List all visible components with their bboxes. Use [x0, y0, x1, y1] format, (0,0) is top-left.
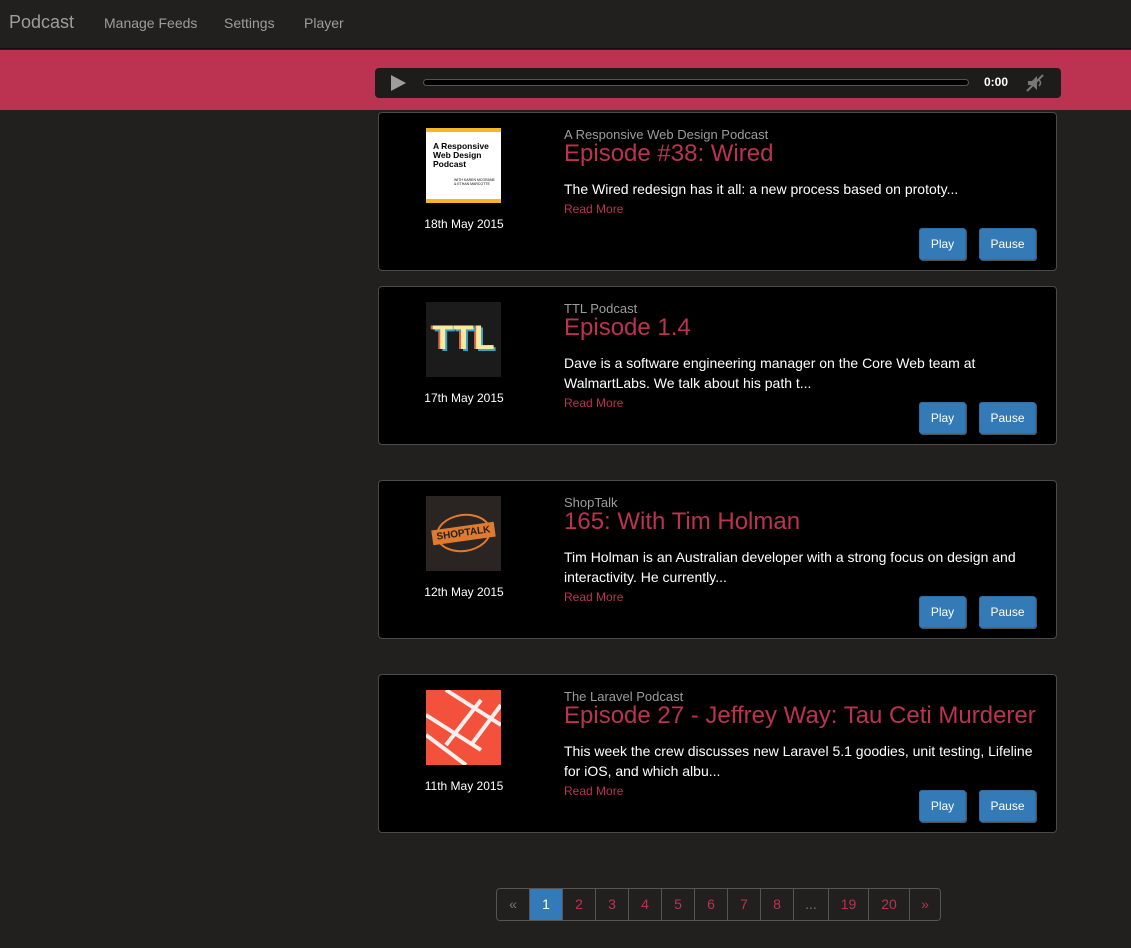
- play-icon[interactable]: [389, 74, 407, 92]
- mute-icon[interactable]: [1025, 73, 1045, 93]
- page-8[interactable]: 8: [760, 889, 793, 920]
- play-button[interactable]: Play: [919, 402, 966, 434]
- page-next[interactable]: »: [909, 889, 940, 920]
- page-20[interactable]: 20: [868, 889, 909, 920]
- nav-player[interactable]: Player: [304, 15, 344, 31]
- nav-settings[interactable]: Settings: [224, 15, 275, 31]
- artwork-text: TTL: [432, 319, 495, 357]
- read-more-link[interactable]: Read More: [564, 784, 623, 798]
- episode-description: Dave is a software engineering manager o…: [564, 355, 976, 391]
- page-5[interactable]: 5: [661, 889, 694, 920]
- audio-player: 0:00: [375, 68, 1061, 98]
- page-1[interactable]: 1: [529, 889, 562, 920]
- artwork-text: Podcast: [433, 159, 467, 169]
- brand-link[interactable]: Podcast: [9, 12, 74, 33]
- page-2[interactable]: 2: [562, 889, 595, 920]
- read-more-link[interactable]: Read More: [564, 396, 623, 410]
- pause-button[interactable]: Pause: [979, 790, 1036, 822]
- episode-title[interactable]: Episode 27 - Jeffrey Way: Tau Ceti Murde…: [564, 702, 1036, 730]
- play-button[interactable]: Play: [919, 790, 966, 822]
- page-prev[interactable]: «: [497, 889, 529, 920]
- read-more-link[interactable]: Read More: [564, 202, 623, 216]
- pause-button[interactable]: Pause: [979, 596, 1036, 628]
- navbar: Podcast Manage Feeds Settings Player: [0, 0, 1131, 49]
- episode-artwork: SHOPTALK: [426, 496, 501, 571]
- page-7[interactable]: 7: [727, 889, 760, 920]
- episode-date: 11th May 2015: [424, 779, 504, 793]
- episode-card: SHOPTALK 12th May 2015 ShopTalk 165: Wit…: [378, 480, 1057, 639]
- page-19[interactable]: 19: [828, 889, 868, 920]
- pagination: « 1 2 3 4 5 6 7 8 ... 19 20 »: [496, 888, 941, 921]
- time-display: 0:00: [984, 75, 1009, 89]
- progress-bar[interactable]: [423, 79, 969, 86]
- episode-title[interactable]: Episode 1.4: [564, 314, 691, 342]
- artwork-text: & ETHAN MARCOTTE: [454, 182, 490, 186]
- play-button[interactable]: Play: [919, 596, 966, 628]
- page-6[interactable]: 6: [694, 889, 727, 920]
- episode-card: 11th May 2015 The Laravel Podcast Episod…: [378, 674, 1057, 833]
- play-button[interactable]: Play: [919, 228, 966, 260]
- episode-date: 17th May 2015: [424, 391, 504, 405]
- page-ellipsis: ...: [793, 889, 828, 920]
- page-3[interactable]: 3: [595, 889, 628, 920]
- laravel-logo-icon: [426, 690, 501, 765]
- episode-date: 18th May 2015: [424, 217, 504, 231]
- episode-artwork: A Responsive Web Design Podcast WITH KAR…: [426, 128, 501, 203]
- read-more-link[interactable]: Read More: [564, 590, 623, 604]
- page-4[interactable]: 4: [628, 889, 661, 920]
- episode-description: Tim Holman is an Australian developer wi…: [564, 549, 1016, 585]
- episode-artwork: [426, 690, 501, 765]
- episode-date: 12th May 2015: [424, 585, 504, 599]
- episode-artwork: TTL: [426, 302, 501, 377]
- episode-title[interactable]: 165: With Tim Holman: [564, 508, 800, 536]
- pause-button[interactable]: Pause: [979, 228, 1036, 260]
- episode-card: A Responsive Web Design Podcast WITH KAR…: [378, 112, 1057, 271]
- episode-description: This week the crew discusses new Laravel…: [564, 743, 1033, 779]
- episode-card: TTL 17th May 2015 TTL Podcast Episode 1.…: [378, 286, 1057, 445]
- episode-title[interactable]: Episode #38: Wired: [564, 140, 773, 168]
- nav-manage-feeds[interactable]: Manage Feeds: [104, 15, 197, 31]
- episode-description: The Wired redesign has it all: a new pro…: [564, 181, 959, 197]
- pause-button[interactable]: Pause: [979, 402, 1036, 434]
